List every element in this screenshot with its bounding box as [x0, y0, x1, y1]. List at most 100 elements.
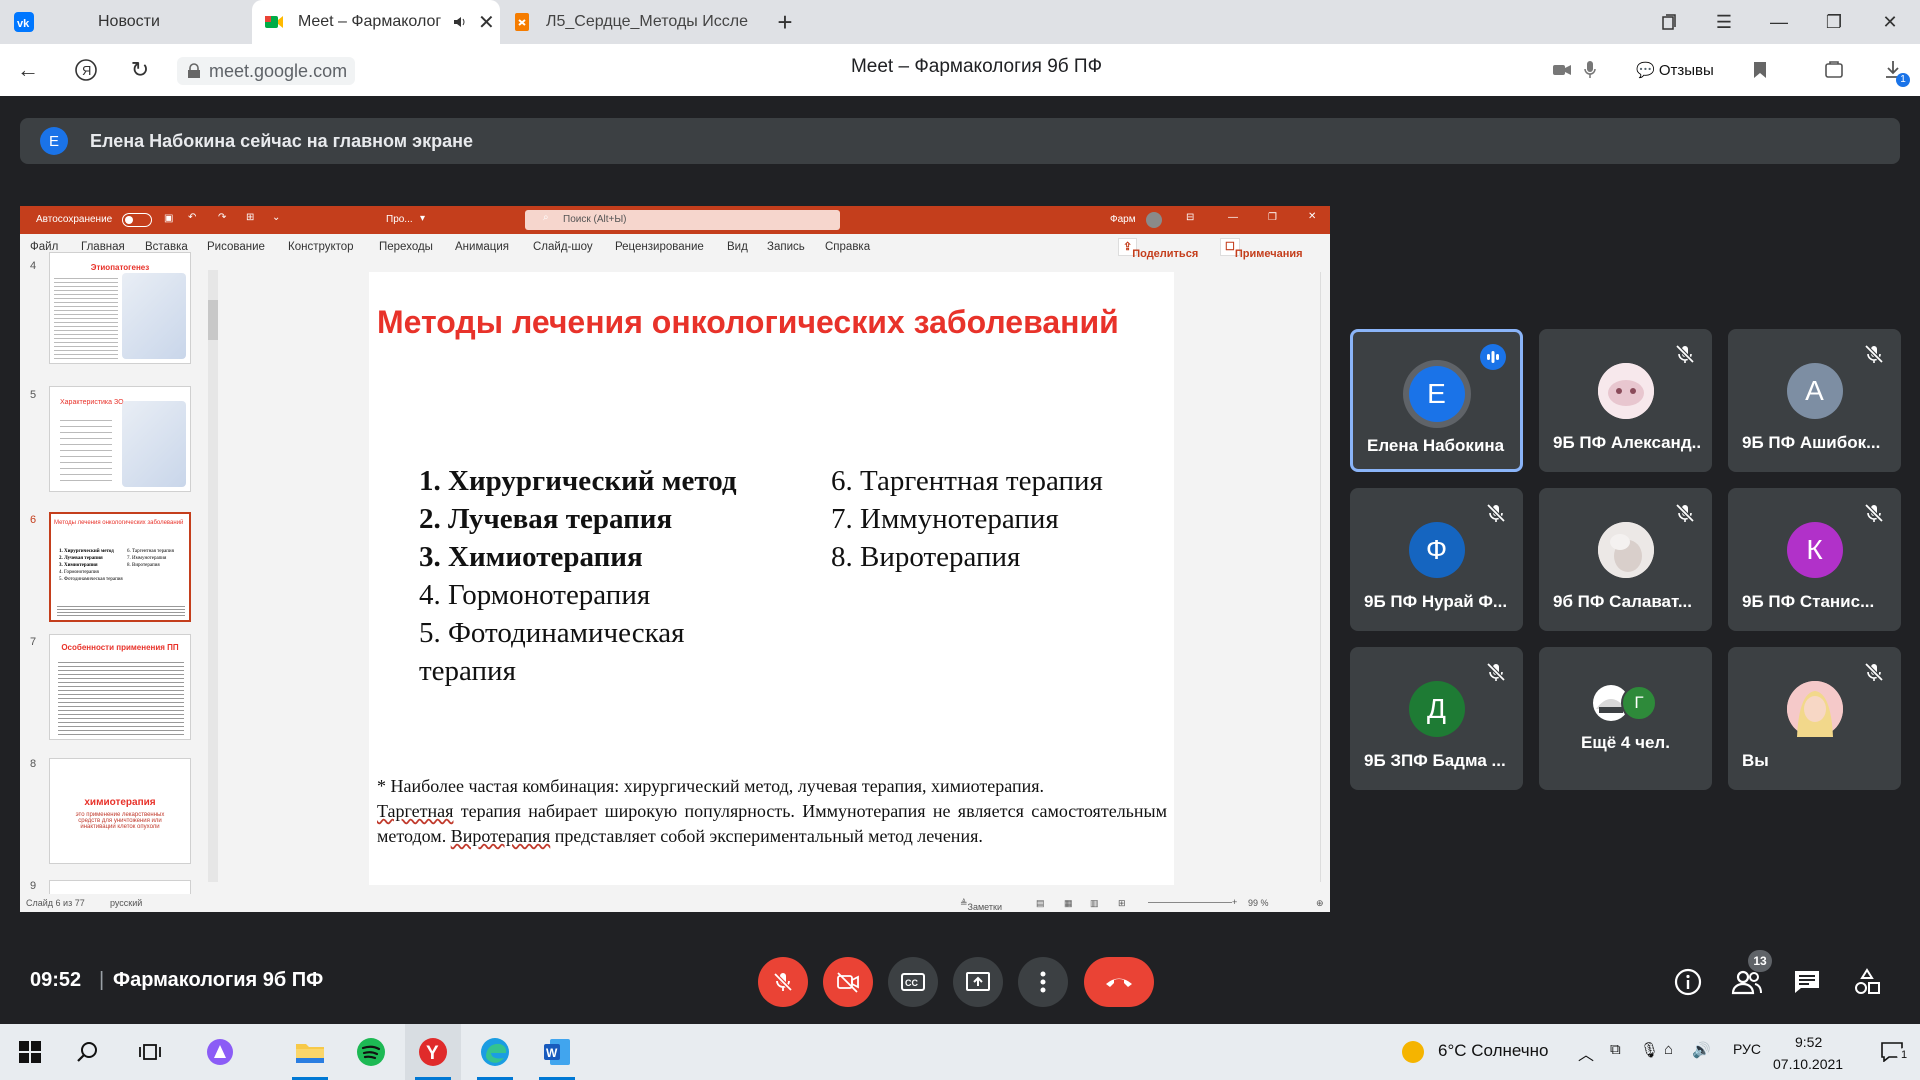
menu-record[interactable]: Запись [767, 241, 805, 253]
menu-review[interactable]: Рецензирование [615, 241, 704, 253]
network-icon[interactable]: ⌂ [1664, 1041, 1673, 1058]
bookmark-icon[interactable] [1750, 53, 1770, 87]
menu-help[interactable]: Справка [825, 241, 870, 253]
participant-tile[interactable]: Е Елена Набокина [1350, 329, 1523, 472]
thumb-line: 7. Иммунотерапия [127, 556, 167, 561]
slideshow-view-icon[interactable]: ⊞ [1118, 898, 1126, 909]
clock-time[interactable]: 9:52 [1795, 1034, 1822, 1050]
notes-button[interactable]: ≜ Заметки [960, 898, 1002, 912]
file-explorer-button[interactable] [282, 1024, 338, 1080]
participant-avatar: Г [1621, 685, 1657, 721]
account-name[interactable]: Фарм [1110, 214, 1136, 225]
participant-tile[interactable]: Ф 9Б ПФ Нурай Ф... [1350, 488, 1523, 631]
customize-icon[interactable]: ⌄ [272, 212, 280, 223]
menu-animations[interactable]: Анимация [455, 241, 509, 253]
alice-assistant-button[interactable] [192, 1024, 248, 1080]
notifications-button[interactable]: 1 [1864, 1024, 1920, 1080]
thumbnail-slide-7[interactable]: Особенности применения ПП [49, 634, 191, 740]
minimize-button[interactable]: — [1228, 212, 1238, 223]
tab-news[interactable]: vk Новости [8, 0, 248, 44]
restore-button[interactable]: ❐ [1812, 0, 1856, 44]
new-tab-button[interactable]: + [763, 0, 807, 44]
undo-icon[interactable]: ↶ [188, 212, 196, 223]
present-now-button[interactable] [953, 957, 1003, 1007]
microphone-icon[interactable] [1580, 53, 1600, 87]
collections-icon[interactable] [1820, 53, 1848, 87]
footnote-text: представляет собой экспериментальный мет… [550, 826, 983, 846]
weather-text[interactable]: 6°C Солнечно [1438, 1041, 1549, 1061]
task-view-button[interactable] [122, 1024, 178, 1080]
chevron-up-icon[interactable]: ︿ [1578, 1041, 1594, 1065]
present-icon[interactable]: ⊞ [246, 212, 254, 223]
activities-button[interactable] [1848, 963, 1886, 1001]
sorter-view-icon[interactable]: ▦ [1064, 898, 1073, 909]
menu-transitions[interactable]: Переходы [379, 241, 433, 253]
menu-design[interactable]: Конструктор [288, 241, 354, 253]
feedback-button[interactable]: 💬 Отзывы [1632, 53, 1718, 87]
save-icon[interactable]: ▣ [164, 213, 173, 224]
slide-canvas[interactable]: Методы лечения онкологических заболевани… [369, 272, 1174, 885]
zoom-in-icon[interactable]: + [1232, 897, 1237, 907]
tab-meet[interactable]: Meet – Фармаколог ✕ [252, 0, 500, 44]
ribbon-display-icon[interactable]: ⊟ [1186, 212, 1194, 223]
close-window-button[interactable]: ✕ [1868, 0, 1912, 44]
clock-date[interactable]: 07.10.2021 [1773, 1056, 1843, 1072]
menu-draw[interactable]: Рисование [207, 241, 265, 253]
participant-tile[interactable]: 9Б ПФ Александ... [1539, 329, 1712, 472]
search-button[interactable] [60, 1024, 116, 1080]
spotify-button[interactable] [343, 1024, 399, 1080]
devices-icon[interactable]: ⧉ [1610, 1041, 1621, 1058]
thumbnail-slide-5[interactable]: Характеристика ЗО [49, 386, 191, 492]
account-avatar[interactable] [1146, 212, 1162, 228]
menu-icon[interactable]: ☰ [1702, 0, 1746, 44]
thumbnail-slide-6[interactable]: Методы лечения онкологических заболевани… [49, 512, 191, 622]
participant-tile[interactable]: Д 9Б ЗПФ Бадма ... [1350, 647, 1523, 790]
thumbnail-scrollbar[interactable] [208, 270, 218, 882]
participant-tile[interactable]: А 9Б ПФ Ашибок... [1728, 329, 1901, 472]
comments-button[interactable]: ☐ Примечания [1220, 238, 1303, 260]
reading-view-icon[interactable]: ▥ [1090, 898, 1099, 909]
downloads-icon[interactable]: 1 [1876, 53, 1910, 87]
camera-toggle-button[interactable] [823, 957, 873, 1007]
leave-call-button[interactable] [1084, 957, 1154, 1007]
autosave-toggle[interactable] [122, 213, 152, 227]
tabs-icon[interactable] [1647, 0, 1691, 44]
redo-icon[interactable]: ↷ [218, 212, 226, 223]
thumbnail-slide-8[interactable]: химиотерапия это применение лекарственны… [49, 758, 191, 864]
yandex-browser-button[interactable]: Y [405, 1024, 461, 1080]
menu-slideshow[interactable]: Слайд-шоу [533, 241, 593, 253]
thumbnail-slide-4[interactable]: Этиопатогенез [49, 252, 191, 364]
share-button[interactable]: ⇪ Поделиться [1118, 238, 1198, 260]
more-participants-tile[interactable]: Г Ещё 4 чел. [1539, 647, 1712, 790]
close-button[interactable]: ✕ [1308, 211, 1316, 222]
people-button[interactable]: 13 [1728, 950, 1772, 1001]
fit-slide-icon[interactable]: ⊕ [1316, 898, 1324, 909]
menu-view[interactable]: Вид [727, 241, 748, 253]
minimize-button[interactable]: — [1757, 0, 1801, 44]
zoom-slider[interactable] [1148, 902, 1232, 903]
doc-name[interactable]: Про... [386, 214, 413, 225]
slide-scrollbar[interactable] [1320, 272, 1330, 882]
more-options-button[interactable] [1018, 957, 1068, 1007]
chat-button[interactable] [1788, 963, 1826, 1001]
start-button[interactable] [2, 1024, 58, 1080]
restore-button[interactable]: ❐ [1268, 212, 1277, 223]
input-language[interactable]: РУС [1733, 1041, 1761, 1057]
word-button[interactable]: W [529, 1024, 585, 1080]
self-tile[interactable]: Вы [1728, 647, 1901, 790]
search-input[interactable]: Поиск (Alt+Ы) [525, 210, 840, 230]
footnote-text: Виротерапия [450, 826, 551, 846]
participant-tile[interactable]: 9б ПФ Салават... [1539, 488, 1712, 631]
participant-tile[interactable]: К 9Б ПФ Станис... [1728, 488, 1901, 631]
speaker-icon[interactable] [452, 14, 468, 30]
captions-button[interactable]: CC [888, 957, 938, 1007]
normal-view-icon[interactable]: ▤ [1036, 898, 1045, 909]
volume-icon[interactable]: 🔊 [1692, 1041, 1711, 1059]
meeting-details-button[interactable] [1669, 963, 1707, 1001]
camera-icon[interactable] [1552, 53, 1572, 87]
microphone-tray-icon[interactable]: 🎙 [1640, 1041, 1659, 1059]
tab-document[interactable]: Л5_Сердце_Методы Иссле [512, 0, 762, 44]
close-tab-icon[interactable]: ✕ [478, 10, 495, 35]
edge-button[interactable] [467, 1024, 523, 1080]
microphone-toggle-button[interactable] [758, 957, 808, 1007]
